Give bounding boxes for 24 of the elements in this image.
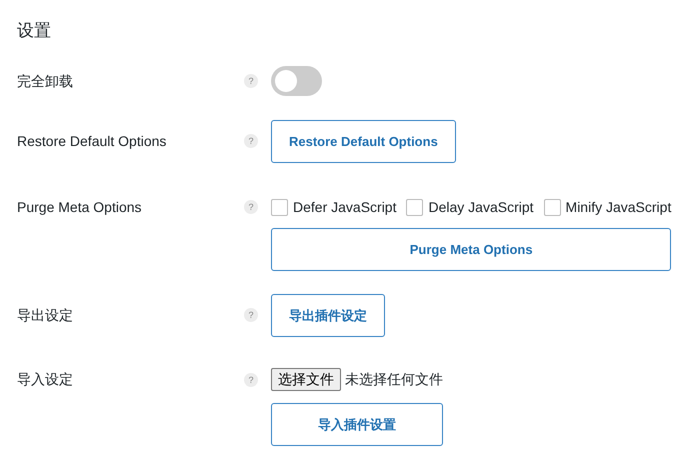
help-icon[interactable]: ? [244, 74, 258, 88]
setting-label: 完全卸载 [17, 72, 74, 90]
help-icon[interactable]: ? [244, 200, 258, 214]
help-icon[interactable]: ? [244, 308, 258, 322]
toggle-switch[interactable] [271, 66, 322, 96]
setting-label: 导入设定 [17, 370, 74, 389]
action-button[interactable]: Purge Meta Options [271, 228, 672, 271]
help-icon[interactable]: ? [244, 134, 258, 148]
setting-label: Purge Meta Options [17, 198, 143, 217]
checkbox-label: Defer JavaScript [293, 198, 396, 217]
choose-file-button[interactable]: 选择文件 [271, 368, 341, 391]
checkbox-label: Minify JavaScript [566, 198, 672, 217]
checkbox[interactable] [271, 198, 288, 216]
checkbox[interactable] [406, 198, 424, 216]
action-button[interactable]: Restore Default Options [271, 120, 456, 163]
checkbox[interactable] [544, 198, 561, 216]
help-icon[interactable]: ? [244, 372, 258, 386]
checkbox-label: Delay JavaScript [428, 198, 534, 217]
setting-label: Restore Default Options [17, 132, 168, 151]
file-status: 未选择任何文件 [345, 370, 443, 389]
action-button[interactable]: 导入插件设置 [271, 403, 443, 446]
setting-label: 导出设定 [17, 306, 74, 324]
page-title: 设置 [17, 20, 52, 42]
action-button[interactable]: 导出插件设定 [271, 294, 385, 337]
